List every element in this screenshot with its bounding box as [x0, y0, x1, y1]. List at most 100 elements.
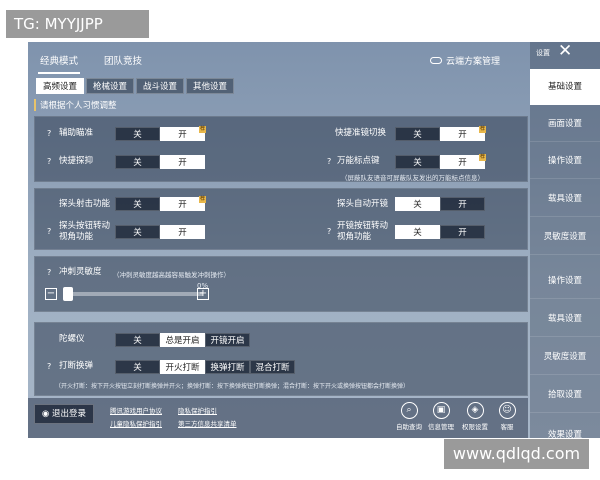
sidebar-item-vehicle-2[interactable]: 载具设置: [530, 301, 600, 337]
sidebar-item-sensitivity-2[interactable]: 灵敏度设置: [530, 339, 600, 375]
gyro-option-off[interactable]: 关: [115, 333, 160, 347]
interrupt-reload-note: （开火打断：按下开火按钮立刻打断换弹并开火；换弹打断：按下换弹按钮打断换弹；混合…: [55, 383, 410, 390]
interrupt-option-off[interactable]: 关: [115, 360, 160, 374]
scope-button-turn-toggle[interactable]: 关 开: [395, 225, 485, 239]
quick-scope-switch-label: 快捷准镜切换: [335, 128, 387, 138]
sidebar-item-sensitivity[interactable]: 灵敏度设置: [530, 219, 600, 255]
sidebar-item-effects[interactable]: 效果设置: [530, 417, 600, 438]
tab-other-settings[interactable]: 其他设置: [186, 78, 235, 94]
aim-assist-label: 辅助瞄准: [59, 128, 94, 138]
help-icon[interactable]: ?: [327, 157, 331, 166]
cloud-plan-button[interactable]: 云端方案管理: [430, 54, 500, 67]
gyro-option-always[interactable]: 总是开启: [160, 333, 205, 347]
link-user-agreement[interactable]: 腾讯游戏用户协议: [110, 405, 162, 415]
decrease-button[interactable]: −: [45, 288, 57, 300]
gyro-label: 陀螺仪: [59, 334, 85, 344]
help-icon[interactable]: ?: [47, 227, 51, 236]
lean-auto-scope-toggle[interactable]: 关 开: [395, 197, 485, 211]
lean-button-turn-on[interactable]: 开: [160, 225, 205, 239]
interrupt-option-mixed[interactable]: 混合打断: [250, 360, 295, 374]
lean-auto-scope-on[interactable]: 开: [440, 197, 485, 211]
interrupt-option-reload[interactable]: 换弹打断: [205, 360, 250, 374]
tab-combat-settings[interactable]: 战斗设置: [136, 78, 185, 94]
sidebar-item-basic[interactable]: 基础设置: [530, 69, 600, 105]
info-manage-label: 信息管理: [428, 423, 454, 431]
universal-mark-off[interactable]: 关: [395, 155, 440, 169]
close-icon[interactable]: ✕: [558, 42, 572, 61]
panel-gyro: 陀螺仪 关 总是开启 开镜开启 ? 打断换弹 关 开火打断 换弹打断 混合打断 …: [34, 322, 528, 396]
quick-scope-switch-toggle[interactable]: 关 开: [395, 127, 485, 141]
help-icon[interactable]: ?: [47, 362, 51, 371]
shield-icon: ◈: [466, 402, 484, 419]
tab-weapon-settings[interactable]: 枪械设置: [86, 78, 135, 94]
sprint-sensitivity-slider[interactable]: [63, 287, 203, 301]
scope-button-turn-label: 开镜按钮转动: [337, 221, 389, 231]
lean-fire-off[interactable]: 关: [115, 197, 160, 211]
lean-button-turn-off[interactable]: 关: [115, 225, 160, 239]
sub-tabs: 高频设置 枪械设置 战斗设置 其他设置: [36, 78, 235, 94]
sprint-sensitivity-label: 冲刺灵敏度: [59, 267, 102, 277]
interrupt-reload-toggle[interactable]: 关 开火打断 换弹打断 混合打断: [115, 360, 295, 374]
recommend-badge: 荐: [479, 126, 486, 133]
tab-classic-mode[interactable]: 经典模式: [34, 52, 84, 74]
self-service-button[interactable]: ⌕ 自助查询: [394, 402, 424, 431]
panel-lean: 探头射击功能 关 开 荐 探头自动开镜 关 开 ? 探头按钮转动 视角功能 关 …: [34, 188, 528, 250]
sidebar-item-controls[interactable]: 操作设置: [530, 143, 600, 179]
recommend-badge: 荐: [199, 126, 206, 133]
lean-auto-scope-off[interactable]: 关: [395, 197, 440, 211]
tab-team-deathmatch[interactable]: 团队竞技: [98, 52, 148, 72]
universal-mark-label: 万能标点键: [337, 156, 380, 166]
headset-icon: ☺: [498, 402, 516, 419]
sidebar-item-vehicle[interactable]: 载具设置: [530, 181, 600, 217]
sidebar-item-graphics[interactable]: 画面设置: [530, 106, 600, 142]
scope-button-turn-off[interactable]: 关: [395, 225, 440, 239]
scope-button-turn-label-2: 视角功能: [337, 232, 372, 242]
gyro-toggle[interactable]: 关 总是开启 开镜开启: [115, 333, 250, 347]
quick-scope-switch-off[interactable]: 关: [395, 127, 440, 141]
permission-label: 权限设置: [462, 423, 488, 431]
chat-icon: ◉: [41, 409, 50, 419]
gyro-option-scope[interactable]: 开镜开启: [205, 333, 250, 347]
universal-mark-toggle[interactable]: 关 开: [395, 155, 485, 169]
logout-label: 退出登录: [52, 409, 87, 419]
bottom-bar: ◉ 退出登录 腾讯游戏用户协议 隐私保护指引 儿童隐私保护指引 第三方信息共享清…: [28, 398, 528, 438]
link-third-party-list[interactable]: 第三方信息共享清单: [178, 418, 237, 428]
section-hint: 请根据个人习惯调整: [34, 99, 117, 111]
lean-fire-toggle[interactable]: 关 开: [115, 197, 205, 211]
increase-button[interactable]: +: [197, 288, 209, 300]
tab-frequent-settings[interactable]: 高频设置: [36, 78, 85, 94]
sidebar-item-pickup[interactable]: 拾取设置: [530, 377, 600, 413]
link-child-privacy[interactable]: 儿童隐私保护指引: [110, 418, 162, 428]
help-icon[interactable]: ?: [47, 129, 51, 138]
info-manage-button[interactable]: ▣ 信息管理: [426, 402, 456, 431]
panel-sprint: ? 冲刺灵敏度 （冲刺灵敏度越高越容易触发冲刺操作） 0% − +: [34, 256, 528, 312]
help-icon[interactable]: ?: [327, 227, 331, 236]
quick-lean-toggle[interactable]: 关 开: [115, 155, 205, 169]
logout-button[interactable]: ◉ 退出登录: [34, 404, 94, 424]
lean-button-turn-label: 探头按钮转动: [59, 221, 111, 231]
recommend-badge: 荐: [199, 196, 206, 203]
quick-lean-label: 快捷探抑: [59, 156, 94, 166]
slider-thumb[interactable]: [63, 287, 73, 301]
cloud-icon: [430, 57, 442, 64]
universal-mark-note: （屏蔽队友语音可屏蔽队友发出的万能标点信息）: [341, 174, 484, 182]
aim-assist-off[interactable]: 关: [115, 127, 160, 141]
interrupt-reload-label: 打断换弹: [59, 361, 94, 371]
watermark-top: TG: MYYJJPP: [6, 10, 149, 38]
lean-button-turn-toggle[interactable]: 关 开: [115, 225, 205, 239]
sidebar-item-controls-2[interactable]: 操作设置: [530, 263, 600, 299]
scope-button-turn-on[interactable]: 开: [440, 225, 485, 239]
quick-lean-off[interactable]: 关: [115, 155, 160, 169]
quick-lean-on[interactable]: 开: [160, 155, 205, 169]
sidebar-title: 设置: [536, 49, 550, 57]
permission-button[interactable]: ◈ 权限设置: [460, 402, 490, 431]
customer-service-button[interactable]: ☺ 客服: [492, 402, 522, 431]
help-icon[interactable]: ?: [47, 157, 51, 166]
aim-assist-toggle[interactable]: 关 开: [115, 127, 205, 141]
sprint-sensitivity-note: （冲刺灵敏度越高越容易触发冲刺操作）: [113, 271, 230, 279]
interrupt-option-fire[interactable]: 开火打断: [160, 360, 205, 374]
link-privacy-guide[interactable]: 隐私保护指引: [178, 405, 217, 415]
customer-service-label: 客服: [500, 423, 514, 431]
mode-tabs: 经典模式 团队竞技: [34, 52, 148, 74]
help-icon[interactable]: ?: [47, 268, 51, 277]
